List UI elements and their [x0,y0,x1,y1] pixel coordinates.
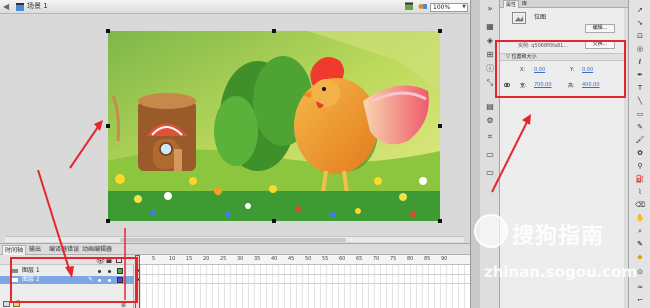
ruler-number: 75 [390,256,397,262]
frame-grid[interactable]: 5 10 15 20 25 30 35 40 45 50 55 60 65 70… [135,255,470,308]
selection-handle-tl[interactable] [106,29,110,33]
ruler-number: 15 [186,256,193,262]
components-icon[interactable]: ▤ [485,102,495,112]
tab-motion-editor[interactable]: 动画编辑器 [80,245,114,255]
collapse-arrows-icon[interactable]: » [485,4,495,14]
selection-handle-bl[interactable] [106,219,110,223]
scene-label: 场景 1 [27,2,48,10]
eraser-tool-icon[interactable]: ⌫ [635,201,645,210]
ruler-number: 70 [373,256,380,262]
ruler-number: 35 [254,256,261,262]
back-arrow-icon[interactable]: ◀ [3,2,12,11]
motion-presets-icon[interactable]: ⚙ [485,116,495,126]
tab-compiler-errors[interactable]: 编译器错误 [47,245,81,255]
stroke-color-icon[interactable]: ✎ [635,240,645,249]
ruler-number: 80 [407,256,414,262]
eyedropper-tool-icon[interactable]: ⌇ [635,188,645,197]
tab-timeline[interactable]: 时间轴 [2,245,27,255]
selection-tool-icon[interactable]: ➚ [635,6,645,15]
code-snippets-icon[interactable]: ⌗ [485,132,495,142]
zoom-select[interactable]: 100% ▼ [430,3,468,12]
tab-output[interactable]: 输出 [27,245,43,255]
ruler-number: 50 [305,256,312,262]
selection-handle-mr[interactable] [438,124,442,128]
stage-panel: ◀ 场景 1 100% ▼ [0,0,470,243]
zoom-tool-icon[interactable]: ⌕ [635,227,645,236]
scene-panel-icon[interactable]: ▭ [485,168,495,178]
scene-bar: ◀ 场景 1 100% ▼ [0,0,470,14]
ruler-number: 65 [356,256,363,262]
chevron-down-icon: ▼ [462,4,466,10]
scene-clapper-icon [16,3,24,11]
frame-ruler[interactable]: 5 10 15 20 25 30 35 40 45 50 55 60 65 70… [135,255,470,265]
selection-handle-ml[interactable] [106,124,110,128]
tab-properties[interactable]: 属性 [503,0,520,8]
frame-row-layer-1[interactable] [135,267,470,275]
ruler-number: 55 [322,256,329,262]
ruler-number: 90 [441,256,448,262]
3d-rotation-tool-icon[interactable]: ◎ [635,45,645,54]
scrollbar-thumb[interactable] [120,238,346,242]
properties-tabs: 属性 库 [500,0,628,8]
color-panel-icon[interactable]: ▦ [485,22,495,32]
bitmap-icon [512,12,526,24]
ruler-number: 45 [288,256,295,262]
paint-bucket-tool-icon[interactable]: ⛽ [635,175,645,184]
ruler-number: 20 [203,256,210,262]
selection-handle-br[interactable] [438,219,442,223]
brush-tool-icon[interactable]: 🖌 [635,136,645,145]
edit-symbols-icon[interactable] [418,2,428,11]
swatches-icon[interactable]: ◈ [485,36,495,46]
panel-splitter[interactable] [470,0,480,308]
stage-horizontal-scrollbar[interactable] [5,236,464,242]
watermark-text: 搜狗指南 [512,224,605,249]
selection-handle-tc[interactable] [272,29,276,33]
transform-icon[interactable]: ⤡ [485,78,495,88]
deco-tool-icon[interactable]: ✿ [635,149,645,158]
line-tool-icon[interactable]: ╲ [635,97,645,106]
smooth-icon[interactable]: ≈ [635,283,645,292]
edit-scene-icon[interactable] [404,2,414,11]
ruler-number: 25 [220,256,227,262]
bitmap-artwork[interactable] [108,31,440,221]
pen-tool-icon[interactable]: ✒ [635,71,645,80]
flash-editor-window: ◀ 场景 1 100% ▼ 时间轴 输出 编译器错误 动画编辑器 👁 图层 1 … [0,0,650,308]
bone-tool-icon[interactable]: ⚲ [635,162,645,171]
rectangle-tool-icon[interactable]: ▭ [635,110,645,119]
frame-row-layer-2[interactable] [135,276,470,284]
fill-color-icon[interactable]: ◆ [635,253,645,262]
edit-button[interactable]: 编辑... [585,24,615,33]
annotation-box-layers [10,257,138,303]
ruler-number: 30 [237,256,244,262]
lasso-tool-icon[interactable]: ℓ [635,58,645,67]
tab-library[interactable]: 库 [520,0,529,8]
selection-handle-tr[interactable] [438,29,442,33]
sogou-logo-icon [474,214,508,248]
straighten-icon[interactable]: ⌐ [635,296,645,305]
ruler-number: 40 [271,256,278,262]
pencil-tool-icon[interactable]: ✎ [635,123,645,132]
info-icon[interactable]: ⓘ [485,64,495,74]
selection-handle-bc[interactable] [272,219,276,223]
stage-canvas[interactable] [108,31,440,221]
hand-tool-icon[interactable]: ✋ [635,214,645,223]
ruler-number: 85 [424,256,431,262]
ruler-number: 10 [169,256,176,262]
tools-panel: ➚ ➘ ⊡ ◎ ℓ ✒ T ╲ ▭ ✎ 🖌 ✿ ⚲ ⛽ ⌇ ⌫ ✋ ⌕ ✎ ◆ … [628,0,650,308]
subselection-tool-icon[interactable]: ➘ [635,19,645,28]
object-type-label: 位图 [534,14,547,21]
annotation-box-properties [495,40,626,98]
timeline-tabs: 时间轴 输出 编译器错误 动画编辑器 [0,244,470,255]
zoom-value: 100% [433,4,451,11]
watermark-url: zhinan.sogou.com [484,263,638,281]
align-icon[interactable]: ⊞ [485,50,495,60]
ruler-number: 5 [152,256,156,262]
new-layer-icon[interactable] [3,300,10,307]
text-tool-icon[interactable]: T [635,84,645,93]
history-icon[interactable]: ▭ [485,150,495,160]
free-transform-tool-icon[interactable]: ⊡ [635,32,645,41]
ruler-number: 60 [339,256,346,262]
